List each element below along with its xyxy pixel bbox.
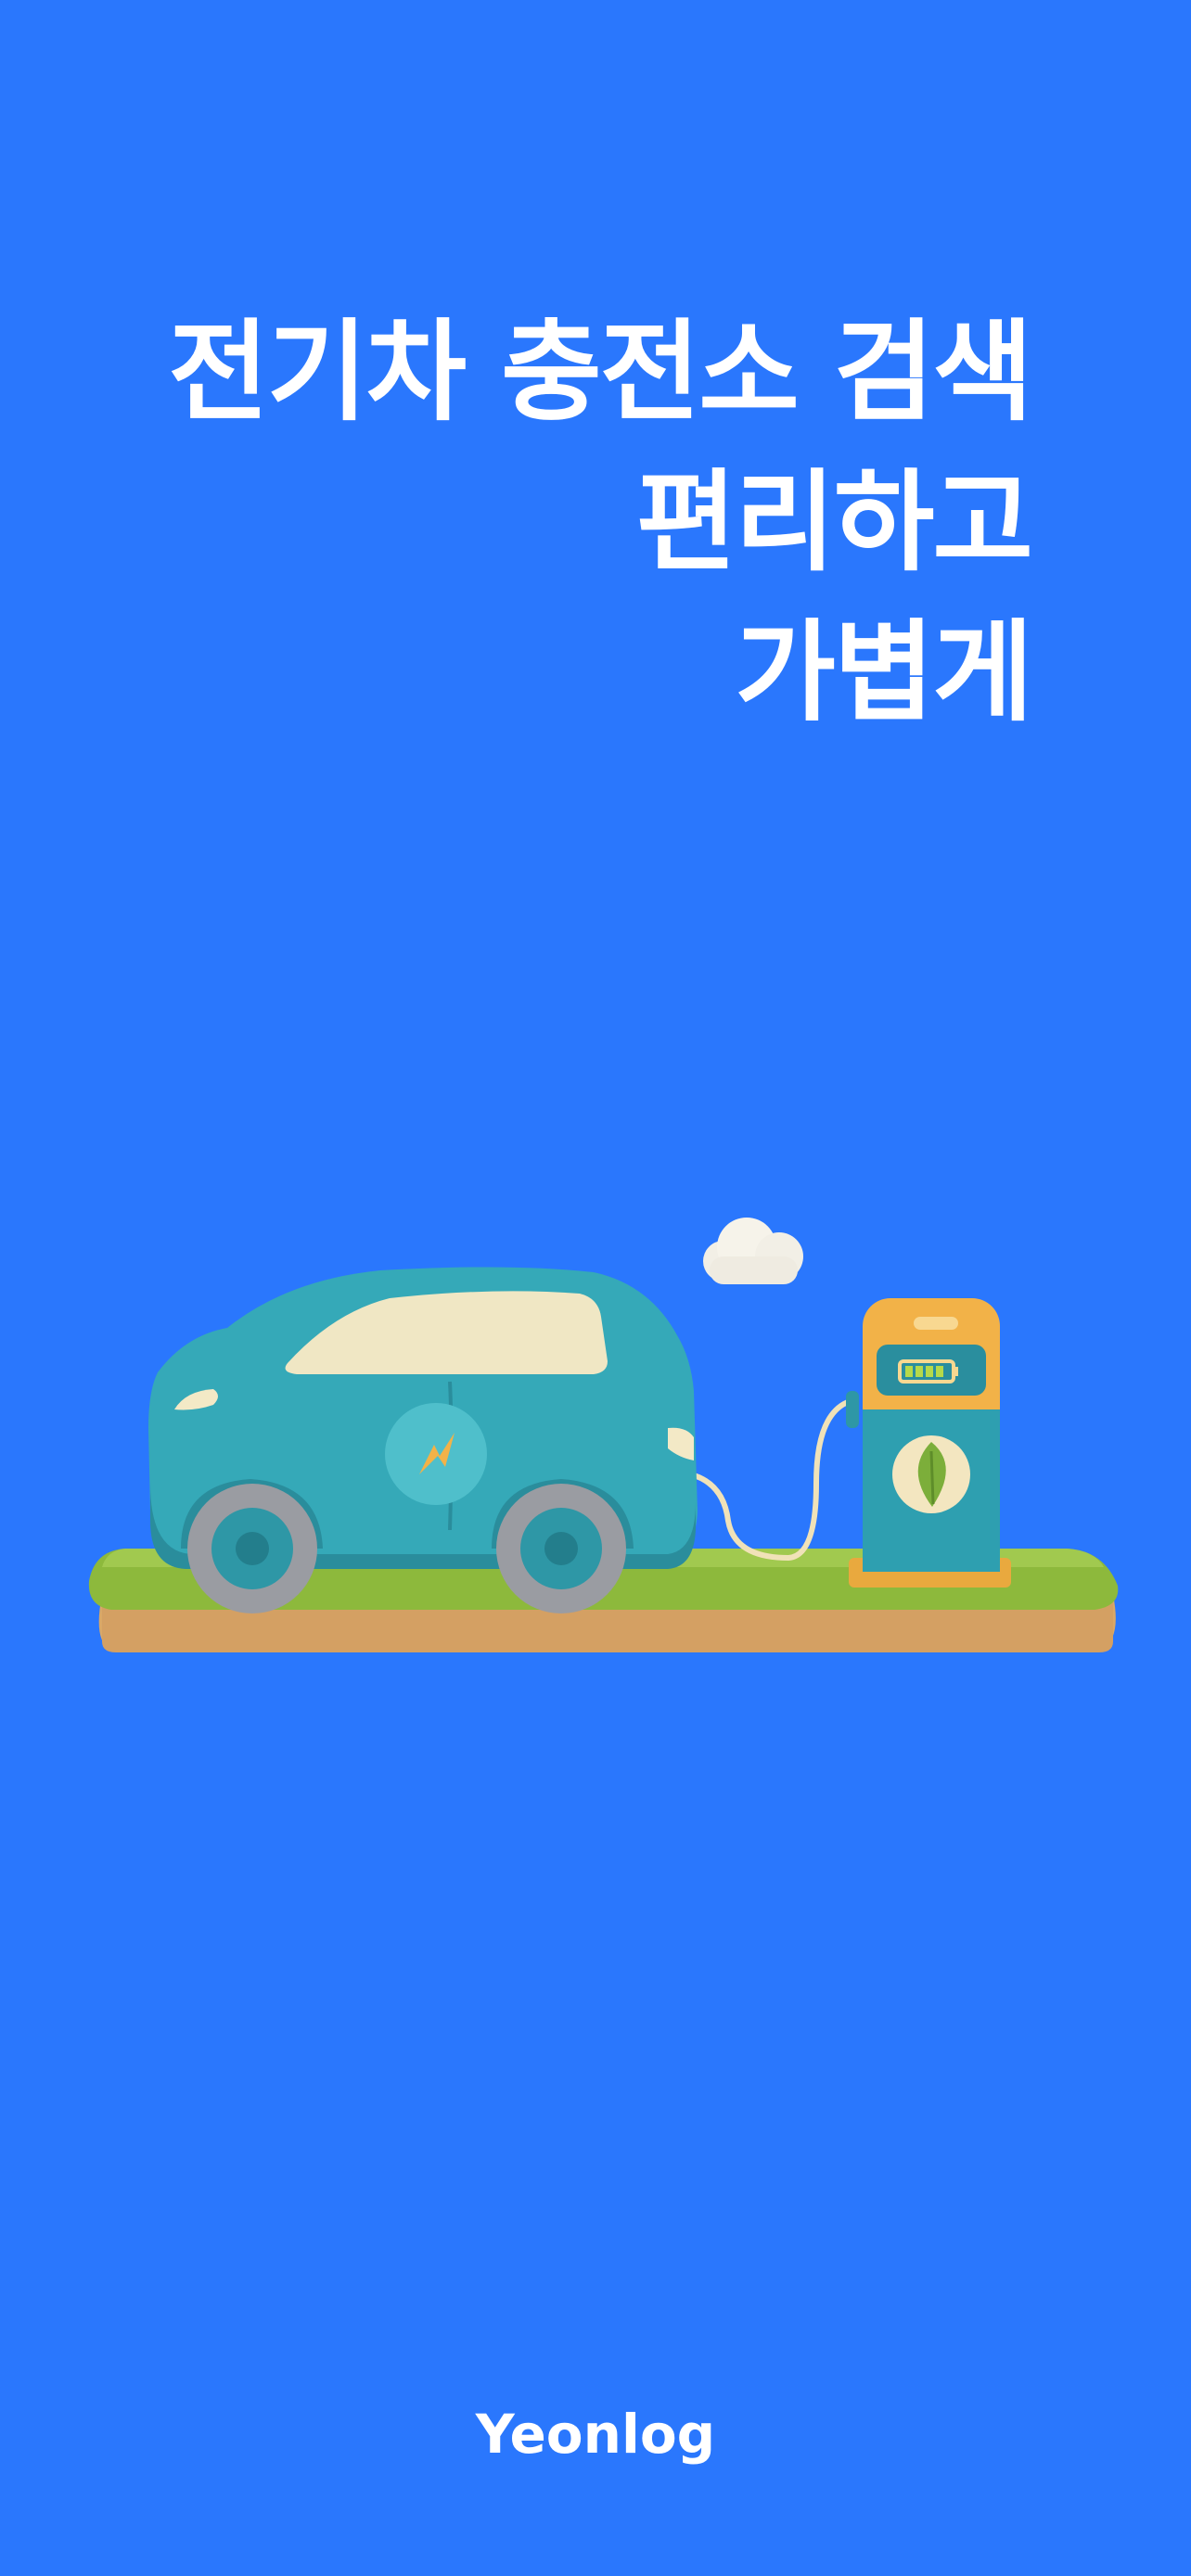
leaf-icon: [892, 1435, 970, 1513]
brand-name: Yeonlog: [475, 2403, 716, 2466]
splash-headline: 전기차 충전소 검색 편리하고 가볍게: [104, 297, 1033, 747]
ev-car-icon: [148, 1267, 698, 1613]
battery-icon: [877, 1345, 986, 1396]
headline-line-2: 편리하고: [635, 458, 1033, 586]
charging-cable: [690, 1397, 854, 1562]
ev-charging-illustration: [74, 1205, 1132, 1762]
charging-station-icon: [846, 1298, 1011, 1588]
headline-line-1: 전기차 충전소 검색: [168, 308, 1033, 436]
lightning-bolt-icon: [385, 1403, 487, 1505]
cloud-icon: [703, 1218, 803, 1284]
headline-line-3: 가볍게: [735, 608, 1033, 736]
